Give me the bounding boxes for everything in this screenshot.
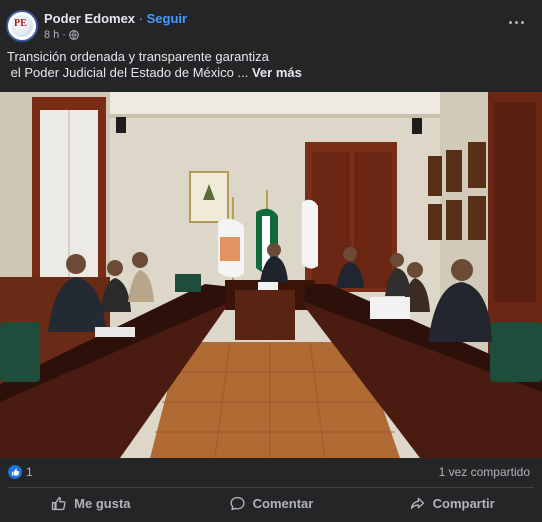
comment-label: Comentar — [252, 495, 314, 511]
separator-dot: · — [138, 11, 143, 26]
share-label: Compartir — [432, 495, 495, 511]
meta-separator: · — [62, 29, 66, 41]
author-name[interactable]: Poder Edomex — [44, 11, 135, 26]
reaction-count[interactable]: 1 — [26, 465, 33, 479]
post-header: PE Poder Edomex · Seguir 8 h · — [0, 0, 542, 46]
post-text-line-2-content: el Poder Judicial del Estado de México — [7, 65, 234, 80]
ellipsis: ... — [233, 65, 252, 80]
share-button[interactable]: Compartir — [361, 488, 542, 518]
post-photo[interactable] — [0, 92, 542, 458]
avatar-logo-letters: PE — [14, 18, 27, 29]
comment-icon — [230, 496, 245, 510]
post-text-line-1: Transición ordenada y transparente garan… — [7, 49, 269, 64]
post-text-line-2: el Poder Judicial del Estado de México .… — [7, 65, 527, 81]
meeting-room-photo — [0, 92, 542, 458]
post-text: Transición ordenada y transparente garan… — [7, 49, 527, 81]
post-card: PE Poder Edomex · Seguir 8 h · Transició… — [0, 0, 542, 522]
share-icon — [410, 497, 424, 509]
see-more-link[interactable]: Ver más — [252, 65, 302, 80]
shares-count[interactable]: 1 vez compartido — [439, 465, 530, 479]
like-label: Me gusta — [74, 495, 131, 511]
reactions-bar: 1 1 vez compartido — [0, 458, 542, 486]
globe-icon — [69, 30, 79, 40]
avatar[interactable]: PE — [6, 10, 38, 42]
action-bar: Me gusta Comentar Compartir — [0, 488, 542, 518]
post-meta: 8 h · — [44, 29, 79, 41]
comment-button[interactable]: Comentar — [181, 488, 362, 518]
thumbs-up-icon — [52, 496, 66, 510]
like-button[interactable]: Me gusta — [0, 488, 181, 518]
author-line: Poder Edomex · Seguir — [44, 11, 187, 26]
like-reaction-icon[interactable] — [8, 465, 22, 479]
follow-button[interactable]: Seguir — [147, 11, 187, 26]
more-options-icon[interactable] — [506, 16, 526, 28]
post-time[interactable]: 8 h — [44, 29, 59, 41]
